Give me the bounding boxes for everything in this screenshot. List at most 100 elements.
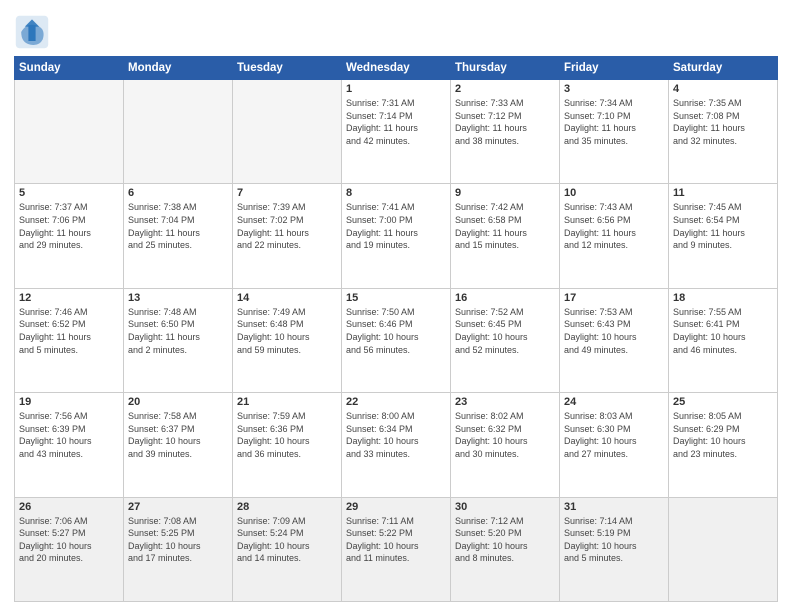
weekday-header-sunday: Sunday: [15, 57, 124, 80]
day-detail: Sunrise: 7:35 AM Sunset: 7:08 PM Dayligh…: [673, 97, 773, 147]
calendar-cell: 17 Sunrise: 7:53 AM Sunset: 6:43 PM Dayli…: [560, 288, 669, 392]
calendar-cell: 13Sunrise: 7:48 AM Sunset: 6:50 PM Dayli…: [124, 288, 233, 392]
day-detail: Sunrise: 7:55 AM Sunset: 6:41 PM Dayligh…: [673, 306, 773, 356]
calendar-week-4: 19 Sunrise: 7:56 AM Sunset: 6:39 PM Dayli…: [15, 393, 778, 497]
weekday-header-row: SundayMondayTuesdayWednesdayThursdayFrid…: [15, 57, 778, 80]
day-number: 25: [673, 396, 773, 408]
calendar-week-1: 1 Sunrise: 7:31 AM Sunset: 7:14 PM Daylig…: [15, 80, 778, 184]
calendar-cell: 7 Sunrise: 7:39 AM Sunset: 7:02 PM Daylig…: [233, 184, 342, 288]
calendar-week-3: 12 Sunrise: 7:46 AM Sunset: 6:52 PM Dayli…: [15, 288, 778, 392]
calendar-cell: 5 Sunrise: 7:37 AM Sunset: 7:06 PM Daylig…: [15, 184, 124, 288]
page-header: [14, 10, 778, 50]
day-number: 11: [673, 187, 773, 199]
day-detail: Sunrise: 7:59 AM Sunset: 6:36 PM Dayligh…: [237, 410, 337, 460]
weekday-header-friday: Friday: [560, 57, 669, 80]
calendar-cell: 28 Sunrise: 7:09 AM Sunset: 5:24 PM Dayli…: [233, 497, 342, 601]
weekday-header-tuesday: Tuesday: [233, 57, 342, 80]
day-number: 8: [346, 187, 446, 199]
day-detail: Sunrise: 7:49 AM Sunset: 6:48 PM Dayligh…: [237, 306, 337, 356]
day-detail: Sunrise: 7:53 AM Sunset: 6:43 PM Dayligh…: [564, 306, 664, 356]
day-detail: Sunrise: 7:14 AM Sunset: 5:19 PM Dayligh…: [564, 515, 664, 565]
day-detail: Sunrise: 7:33 AM Sunset: 7:12 PM Dayligh…: [455, 97, 555, 147]
day-detail: Sunrise: 8:05 AM Sunset: 6:29 PM Dayligh…: [673, 410, 773, 460]
day-detail: Sunrise: 7:41 AM Sunset: 7:00 PM Dayligh…: [346, 201, 446, 251]
calendar-cell: [233, 80, 342, 184]
calendar-cell: 15 Sunrise: 7:50 AM Sunset: 6:46 PM Dayli…: [342, 288, 451, 392]
day-number: 4: [673, 83, 773, 95]
calendar-cell: 27 Sunrise: 7:08 AM Sunset: 5:25 PM Dayli…: [124, 497, 233, 601]
calendar-cell: 14 Sunrise: 7:49 AM Sunset: 6:48 PM Dayli…: [233, 288, 342, 392]
day-detail: Sunrise: 7:37 AM Sunset: 7:06 PM Dayligh…: [19, 201, 119, 251]
day-detail: Sunrise: 7:46 AM Sunset: 6:52 PM Dayligh…: [19, 306, 119, 356]
day-detail: Sunrise: 7:39 AM Sunset: 7:02 PM Dayligh…: [237, 201, 337, 251]
day-number: 2: [455, 83, 555, 95]
calendar-cell: 6Sunrise: 7:38 AM Sunset: 7:04 PM Daylig…: [124, 184, 233, 288]
calendar-cell: 16 Sunrise: 7:52 AM Sunset: 6:45 PM Dayli…: [451, 288, 560, 392]
day-detail: Sunrise: 7:31 AM Sunset: 7:14 PM Dayligh…: [346, 97, 446, 147]
calendar-cell: 11Sunrise: 7:45 AM Sunset: 6:54 PM Dayli…: [669, 184, 778, 288]
calendar-cell: 19 Sunrise: 7:56 AM Sunset: 6:39 PM Dayli…: [15, 393, 124, 497]
weekday-header-wednesday: Wednesday: [342, 57, 451, 80]
day-number: 19: [19, 396, 119, 408]
day-number: 26: [19, 501, 119, 513]
logo: [14, 14, 54, 50]
day-detail: Sunrise: 7:50 AM Sunset: 6:46 PM Dayligh…: [346, 306, 446, 356]
day-number: 24: [564, 396, 664, 408]
day-number: 7: [237, 187, 337, 199]
calendar-cell: 20 Sunrise: 7:58 AM Sunset: 6:37 PM Dayli…: [124, 393, 233, 497]
day-number: 22: [346, 396, 446, 408]
calendar-cell: 23Sunrise: 8:02 AM Sunset: 6:32 PM Dayli…: [451, 393, 560, 497]
calendar-cell: 1 Sunrise: 7:31 AM Sunset: 7:14 PM Daylig…: [342, 80, 451, 184]
calendar-cell: 25 Sunrise: 8:05 AM Sunset: 6:29 PM Dayli…: [669, 393, 778, 497]
day-number: 6: [128, 187, 228, 199]
day-number: 28: [237, 501, 337, 513]
calendar-cell: 4 Sunrise: 7:35 AM Sunset: 7:08 PM Daylig…: [669, 80, 778, 184]
day-number: 3: [564, 83, 664, 95]
day-detail: Sunrise: 7:09 AM Sunset: 5:24 PM Dayligh…: [237, 515, 337, 565]
day-number: 27: [128, 501, 228, 513]
calendar-cell: 3 Sunrise: 7:34 AM Sunset: 7:10 PM Daylig…: [560, 80, 669, 184]
weekday-header-thursday: Thursday: [451, 57, 560, 80]
day-number: 20: [128, 396, 228, 408]
day-detail: Sunrise: 7:58 AM Sunset: 6:37 PM Dayligh…: [128, 410, 228, 460]
day-number: 5: [19, 187, 119, 199]
weekday-header-saturday: Saturday: [669, 57, 778, 80]
day-detail: Sunrise: 8:02 AM Sunset: 6:32 PM Dayligh…: [455, 410, 555, 460]
day-number: 31: [564, 501, 664, 513]
calendar-table: SundayMondayTuesdayWednesdayThursdayFrid…: [14, 56, 778, 602]
day-detail: Sunrise: 7:42 AM Sunset: 6:58 PM Dayligh…: [455, 201, 555, 251]
calendar-cell: [669, 497, 778, 601]
calendar-cell: 9 Sunrise: 7:42 AM Sunset: 6:58 PM Daylig…: [451, 184, 560, 288]
calendar-cell: 24 Sunrise: 8:03 AM Sunset: 6:30 PM Dayli…: [560, 393, 669, 497]
day-number: 29: [346, 501, 446, 513]
day-number: 16: [455, 292, 555, 304]
day-detail: Sunrise: 7:06 AM Sunset: 5:27 PM Dayligh…: [19, 515, 119, 565]
day-number: 21: [237, 396, 337, 408]
day-detail: Sunrise: 7:12 AM Sunset: 5:20 PM Dayligh…: [455, 515, 555, 565]
day-detail: Sunrise: 7:48 AM Sunset: 6:50 PM Dayligh…: [128, 306, 228, 356]
calendar-cell: 22Sunrise: 8:00 AM Sunset: 6:34 PM Dayli…: [342, 393, 451, 497]
day-detail: Sunrise: 7:56 AM Sunset: 6:39 PM Dayligh…: [19, 410, 119, 460]
day-number: 12: [19, 292, 119, 304]
day-detail: Sunrise: 7:52 AM Sunset: 6:45 PM Dayligh…: [455, 306, 555, 356]
calendar-cell: 8 Sunrise: 7:41 AM Sunset: 7:00 PM Daylig…: [342, 184, 451, 288]
calendar-cell: 12 Sunrise: 7:46 AM Sunset: 6:52 PM Dayli…: [15, 288, 124, 392]
day-number: 17: [564, 292, 664, 304]
day-number: 9: [455, 187, 555, 199]
calendar-week-2: 5 Sunrise: 7:37 AM Sunset: 7:06 PM Daylig…: [15, 184, 778, 288]
day-detail: Sunrise: 8:03 AM Sunset: 6:30 PM Dayligh…: [564, 410, 664, 460]
calendar-cell: 29 Sunrise: 7:11 AM Sunset: 5:22 PM Dayli…: [342, 497, 451, 601]
day-detail: Sunrise: 7:34 AM Sunset: 7:10 PM Dayligh…: [564, 97, 664, 147]
day-detail: Sunrise: 7:43 AM Sunset: 6:56 PM Dayligh…: [564, 201, 664, 251]
day-number: 1: [346, 83, 446, 95]
day-number: 15: [346, 292, 446, 304]
day-detail: Sunrise: 7:08 AM Sunset: 5:25 PM Dayligh…: [128, 515, 228, 565]
calendar-cell: 26 Sunrise: 7:06 AM Sunset: 5:27 PM Dayli…: [15, 497, 124, 601]
day-number: 18: [673, 292, 773, 304]
calendar-cell: 18 Sunrise: 7:55 AM Sunset: 6:41 PM Dayli…: [669, 288, 778, 392]
calendar-cell: 2 Sunrise: 7:33 AM Sunset: 7:12 PM Daylig…: [451, 80, 560, 184]
day-detail: Sunrise: 7:11 AM Sunset: 5:22 PM Dayligh…: [346, 515, 446, 565]
calendar-cell: 30Sunrise: 7:12 AM Sunset: 5:20 PM Dayli…: [451, 497, 560, 601]
day-number: 14: [237, 292, 337, 304]
weekday-header-monday: Monday: [124, 57, 233, 80]
